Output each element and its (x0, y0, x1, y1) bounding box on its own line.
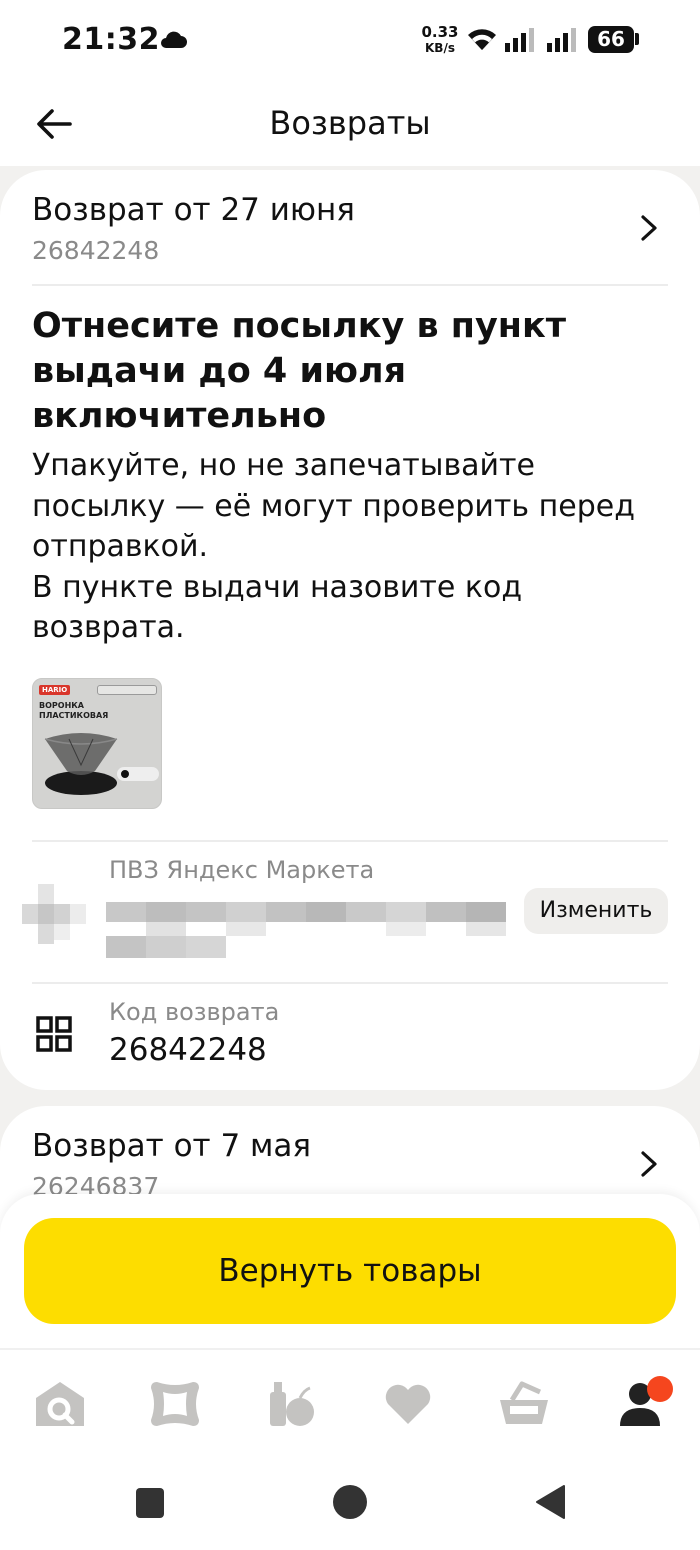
signal-icon (505, 28, 534, 52)
battery-icon: 66 (588, 26, 634, 53)
return-items-button[interactable]: Вернуть товары (24, 1218, 676, 1324)
divider (32, 840, 668, 842)
return-code-label: Код возврата (109, 998, 280, 1026)
net-speed: 0.33 KB/s (420, 24, 460, 56)
return-code-value: 26842248 (109, 1032, 267, 1068)
divider (32, 982, 668, 984)
description-line: Упакуйте, но не запечатывайте (32, 448, 535, 483)
change-pickup-button[interactable]: Изменить (524, 888, 668, 934)
action-panel: Вернуть товары (0, 1194, 700, 1352)
product-tag (97, 685, 157, 695)
return-code: Код возврата 26842248 (0, 996, 700, 1076)
page-title: Возвраты (269, 104, 431, 142)
status-time: 21:32 (62, 22, 160, 57)
pickup-label: ПВЗ Яндекс Маркета (109, 856, 375, 884)
notification-badge (647, 1376, 673, 1402)
description-line: возврата. (32, 610, 185, 645)
catalog-icon[interactable] (147, 1378, 203, 1430)
return-header-row[interactable]: Возврат от 27 июня 26842248 (32, 192, 668, 272)
recents-button[interactable] (136, 1488, 164, 1518)
home-icon[interactable] (32, 1378, 88, 1430)
return-title: Возврат от 7 мая (32, 1128, 312, 1164)
battery-tip (635, 33, 639, 45)
screen: 21:32 0.33 KB/s 66 Возвраты Возврат от 2… (0, 0, 700, 1550)
return-instruction-text: Упакуйте, но не запечатывайте посылку — … (32, 446, 660, 649)
home-button[interactable] (333, 1485, 367, 1519)
wifi-icon (468, 29, 496, 50)
return-card: Возврат от 27 июня 26842248 Отнесите пос… (0, 170, 700, 1090)
product-name: ВОРОНКА ПЛАСТИКОВАЯ (39, 701, 109, 720)
return-instruction-heading: Отнесите посылку в пункт выдачи до 4 июл… (32, 306, 567, 436)
cloud-icon (161, 31, 187, 48)
pickup-icon-blurred (22, 884, 86, 944)
pickup-point: ПВЗ Яндекс Маркета Изменить (0, 856, 700, 982)
return-title: Возврат от 27 июня (32, 192, 355, 228)
groceries-icon[interactable] (264, 1378, 320, 1430)
cart-icon[interactable] (496, 1378, 552, 1430)
back-triangle-icon[interactable] (534, 1484, 566, 1520)
favorites-icon[interactable] (380, 1378, 436, 1430)
status-bar: 21:32 0.33 KB/s 66 (0, 0, 700, 80)
product-thumbnail[interactable]: HARIO ВОРОНКА ПЛАСТИКОВАЯ (32, 678, 162, 809)
return-number: 26842248 (32, 236, 160, 265)
tab-bar (0, 1348, 700, 1456)
system-nav-bar (0, 1456, 700, 1550)
signal-icon (547, 28, 576, 52)
net-speed-unit: KB/s (425, 41, 455, 55)
description-line: В пункте выдачи назовите код (32, 569, 523, 605)
page-header: Возвраты (0, 80, 700, 166)
description-line: отправкой. (32, 529, 209, 564)
product-color-swatch (117, 767, 159, 781)
net-speed-value: 0.33 (421, 23, 459, 41)
description-line: посылку — её могут проверить перед (32, 488, 635, 524)
qr-code-icon (36, 1016, 72, 1052)
pickup-address-blurred (106, 902, 506, 958)
product-brand: HARIO (39, 685, 71, 695)
divider (32, 284, 668, 286)
chevron-right-icon (641, 215, 657, 241)
chevron-right-icon (641, 1151, 657, 1177)
funnel-image (44, 733, 118, 795)
